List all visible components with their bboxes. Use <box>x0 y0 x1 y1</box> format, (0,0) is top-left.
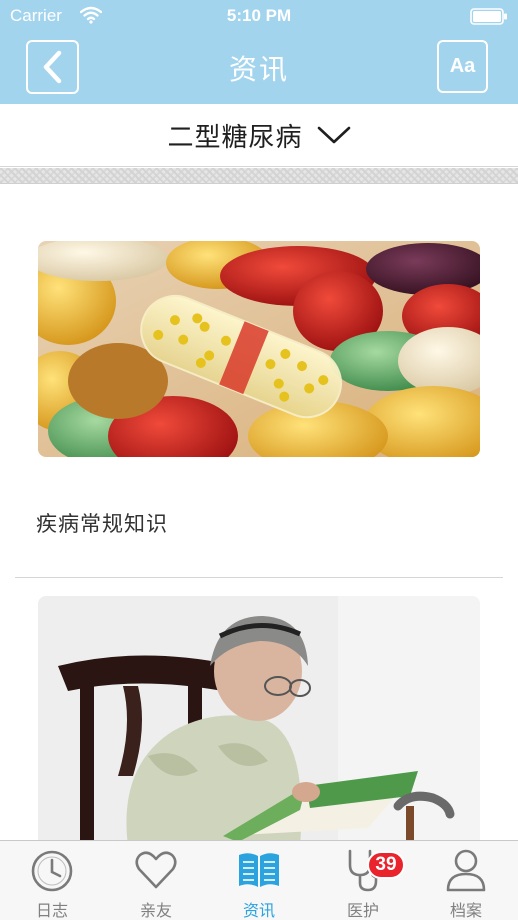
tab-label: 亲友 <box>139 901 172 920</box>
tab-label: 医护 <box>346 901 379 920</box>
elderly-reader-photo <box>38 596 480 846</box>
tab-medical[interactable]: 39 医护 <box>311 841 415 920</box>
texture-divider <box>0 168 518 184</box>
article-image-reader[interactable] <box>38 596 480 846</box>
person-icon <box>446 849 486 892</box>
notification-badge: 39 <box>367 851 405 879</box>
status-bar: Carrier 5:10 PM <box>0 0 518 34</box>
heart-icon <box>135 851 177 889</box>
open-book-icon <box>239 853 279 887</box>
tab-label: 档案 <box>449 901 482 920</box>
tab-diary[interactable]: 日志 <box>0 841 104 920</box>
font-size-button[interactable]: Aa <box>437 40 488 93</box>
tab-friends[interactable]: 亲友 <box>104 841 208 920</box>
battery-icon <box>470 8 507 25</box>
header: Carrier 5:10 PM 资讯 Aa <box>0 0 518 104</box>
tab-label: 日志 <box>35 901 68 920</box>
tab-label: 资讯 <box>242 901 275 920</box>
tab-profile[interactable]: 档案 <box>414 841 518 920</box>
chevron-down-icon <box>317 126 350 144</box>
article-divider <box>15 577 503 578</box>
article-image-pills[interactable] <box>38 241 480 457</box>
status-time: 5:10 PM <box>226 6 292 25</box>
tab-news[interactable]: 资讯 <box>207 841 311 920</box>
article-title[interactable]: 疾病常规知识 <box>36 508 168 538</box>
pills-photo <box>38 241 480 457</box>
tab-bar: 日志 亲友 资讯 39 医护 档案 <box>0 840 518 920</box>
category-selector[interactable]: 二型糖尿病 <box>0 104 518 167</box>
clock-icon <box>31 850 73 892</box>
category-label: 二型糖尿病 <box>167 122 303 153</box>
